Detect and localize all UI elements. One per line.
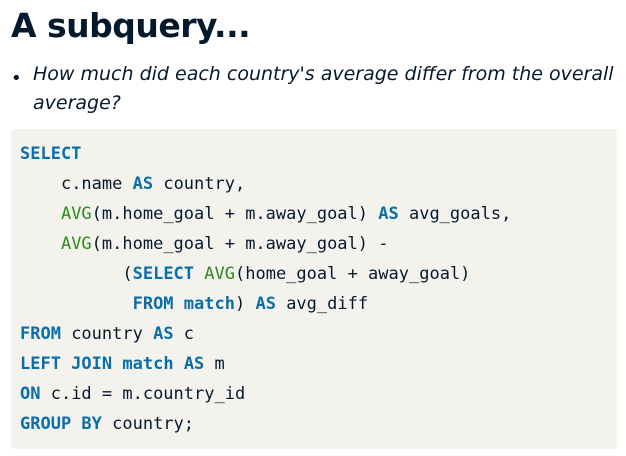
- sql-function: AVG: [60, 204, 92, 224]
- sql-text: (home_goal + away_goal): [235, 264, 471, 284]
- sql-text: (m.home_goal + m.away_goal): [91, 204, 379, 224]
- sql-text: c.name: [60, 174, 133, 194]
- sql-keyword: AS: [255, 294, 276, 314]
- sql-text: country,: [153, 174, 246, 194]
- sql-keyword: LEFT JOIN: [20, 354, 113, 374]
- sql-keyword: ON: [20, 384, 41, 404]
- sql-text: ): [234, 294, 256, 314]
- sql-keyword: FROM: [132, 294, 174, 314]
- code-line: SELECT: [20, 141, 81, 167]
- sql-text: country: [60, 324, 154, 344]
- code-line: GROUP BY country;: [20, 411, 194, 437]
- sql-text: avg_goals,: [398, 204, 512, 224]
- sql-function: AVG: [204, 264, 235, 284]
- code-line: AVG(m.home_goal + m.away_goal) -: [20, 231, 389, 257]
- code-line: FROM match) AS avg_diff: [20, 291, 368, 317]
- code-line: AVG(m.home_goal + m.away_goal) AS avg_go…: [20, 201, 511, 227]
- sql-keyword: match: [183, 294, 235, 314]
- sql-text: c.id = m.country_id: [40, 384, 246, 404]
- sql-text: avg_diff: [275, 294, 369, 314]
- sql-text: c: [173, 324, 195, 344]
- sql-keyword: FROM: [20, 324, 61, 344]
- code-line: FROM country AS c: [20, 321, 194, 347]
- sql-keyword: AS: [378, 204, 399, 224]
- sql-function: AVG: [60, 234, 92, 254]
- sql-text: (: [122, 264, 133, 284]
- bullet-dot: •: [11, 68, 22, 89]
- code-line: ON c.id = m.country_id: [20, 381, 245, 407]
- sql-text: (m.home_goal + m.away_goal) -: [91, 234, 389, 254]
- sql-keyword: match: [122, 354, 174, 374]
- code-line: c.name AS country,: [20, 171, 245, 197]
- sql-keyword: AS: [132, 174, 154, 194]
- sql-keyword: AS: [183, 354, 205, 374]
- bullet-question: How much did each country's average diff…: [33, 63, 614, 114]
- slide-title: A subquery...: [11, 6, 251, 45]
- code-line: (SELECT AVG(home_goal + away_goal): [20, 261, 470, 287]
- sql-text: m: [204, 354, 225, 374]
- sql-keyword: GROUP BY: [20, 414, 102, 434]
- sql-keyword: AS: [153, 324, 174, 344]
- sql-text: country;: [101, 414, 195, 434]
- sql-code-block: SELECT c.name AS country, AVG(m.home_goa…: [11, 129, 617, 449]
- code-line: LEFT JOIN match AS m: [20, 351, 225, 377]
- sql-keyword: SELECT: [132, 264, 195, 284]
- sql-keyword: SELECT: [20, 144, 82, 164]
